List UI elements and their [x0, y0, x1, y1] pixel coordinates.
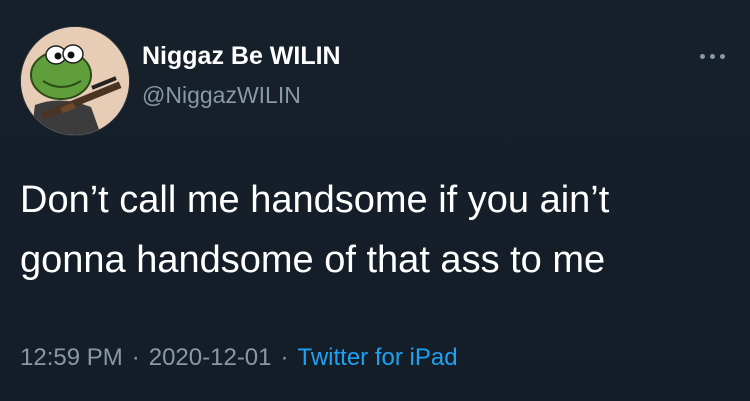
separator: · — [131, 344, 140, 371]
tweet-text-line: Don’t call me handsome if you ain’t — [20, 179, 610, 221]
more-options-button[interactable] — [692, 46, 732, 66]
tweet-date[interactable]: 2020-12-01 — [149, 344, 272, 371]
tweet-card: Niggaz Be WILIN @NiggazWILIN Don’t call … — [0, 0, 750, 401]
tweet-metadata: 12:59 PM · 2020-12-01 · Twitter for iPad — [20, 344, 458, 372]
avatar[interactable] — [20, 26, 130, 136]
separator: · — [280, 344, 289, 371]
frog-avatar-icon — [21, 27, 129, 135]
tweet-time[interactable]: 12:59 PM — [20, 344, 123, 371]
more-options-icon — [699, 53, 705, 59]
tweet-source-link[interactable]: Twitter for iPad — [298, 344, 458, 371]
tweet-text: Don’t call me handsome if you ain’t gonn… — [20, 170, 720, 290]
display-name[interactable]: Niggaz Be WILIN — [142, 42, 341, 71]
tweet-text-line: gonna handsome of that ass to me — [20, 239, 606, 281]
user-handle[interactable]: @NiggazWILIN — [142, 82, 301, 109]
